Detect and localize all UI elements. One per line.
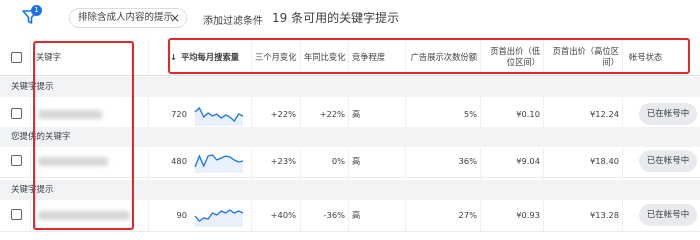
three-month-change: +22% [270,109,296,119]
table-row[interactable]: 720 +22% +22% 高 5% ¥0.10 ¥12.24 已在帐号中 [0,97,700,131]
header-top-bid-high[interactable]: 页首出价（高位区间） [545,38,619,76]
sparkline-area [195,108,243,126]
table-header: 关键字 ↓ 平均每月搜索量 三个月变化 年同比变化 竞争程度 广告展示次数份额 … [0,38,700,76]
header-avg-monthly-label: 平均每月搜索量 [180,51,240,62]
top-bid-high: ¥13.28 [589,210,619,220]
row-checkbox[interactable] [11,108,22,119]
filter-chip-label: 排除含成人内容的提示 [78,12,174,23]
three-month-change: +40% [270,210,296,220]
top-bid-high: ¥12.24 [589,109,619,119]
select-all-checkbox[interactable] [11,52,22,63]
adult-content-filter-chip[interactable]: 排除含成人内容的提示 × [69,8,187,28]
table-row[interactable]: 480 +23% 0% 高 36% ¥9.04 ¥18.40 已在帐号中 [0,144,700,178]
yoy-change: +22% [319,109,345,119]
avg-monthly-searches: 90 [176,210,187,220]
competition-level: 高 [352,156,361,166]
impression-share: 27% [458,210,477,220]
header-three-month-change[interactable]: 三个月变化 [255,38,297,76]
group-header: 关键字提示 [0,77,700,97]
redacted-keyword [38,211,130,220]
competition-level: 高 [352,210,361,220]
top-bid-low: ¥9.04 [516,156,540,166]
row-checkbox[interactable] [11,209,22,220]
header-competition[interactable]: 竞争程度 [352,38,385,76]
header-avg-monthly-searches[interactable]: ↓ 平均每月搜索量 [170,38,239,76]
results-count-title: 19 条可用的关键字提示 [272,11,400,25]
header-yoy-change[interactable]: 年同比变化 [304,38,346,76]
add-filter-button[interactable]: 添加过滤条件 [203,12,263,27]
redacted-keyword [38,157,108,166]
competition-level: 高 [352,109,361,119]
trend-sparkline [194,209,244,227]
avg-monthly-searches: 480 [171,156,187,166]
impression-share: 36% [458,156,477,166]
top-bid-low: ¥0.10 [516,109,540,119]
avg-monthly-searches: 720 [171,109,187,119]
header-keyword[interactable]: 关键字 [36,38,61,76]
in-account-status-button[interactable]: 已在帐号中 [639,103,697,125]
sort-arrow-icon: ↓ [170,51,177,62]
in-account-status-button[interactable]: 已在帐号中 [639,204,697,226]
close-icon[interactable]: × [170,9,180,27]
top-bid-high: ¥18.40 [589,156,619,166]
filter-bar: 1 排除含成人内容的提示 × 添加过滤条件 19 条可用的关键字提示 [0,0,700,36]
redacted-keyword [38,110,102,119]
table-row[interactable]: 90 +40% -36% 高 27% ¥0.93 ¥13.28 已在帐号中 [0,198,700,232]
group-header: 关键字提示 [0,180,700,200]
filter-count-badge: 1 [31,5,42,16]
impression-share: 5% [463,109,477,119]
trend-sparkline [194,154,244,173]
top-bid-low: ¥0.93 [516,210,540,220]
trend-sparkline [194,106,244,126]
header-top-bid-low[interactable]: 页首出价（低位区间） [484,38,540,76]
row-checkbox[interactable] [11,155,22,166]
three-month-change: +23% [270,156,296,166]
yoy-change: -36% [323,210,345,220]
yoy-change: 0% [331,156,345,166]
header-impression-share[interactable]: 广告展示次数份额 [405,38,477,76]
in-account-status-button[interactable]: 已在帐号中 [639,150,697,172]
header-account-status[interactable]: 帐号状态 [629,38,662,76]
